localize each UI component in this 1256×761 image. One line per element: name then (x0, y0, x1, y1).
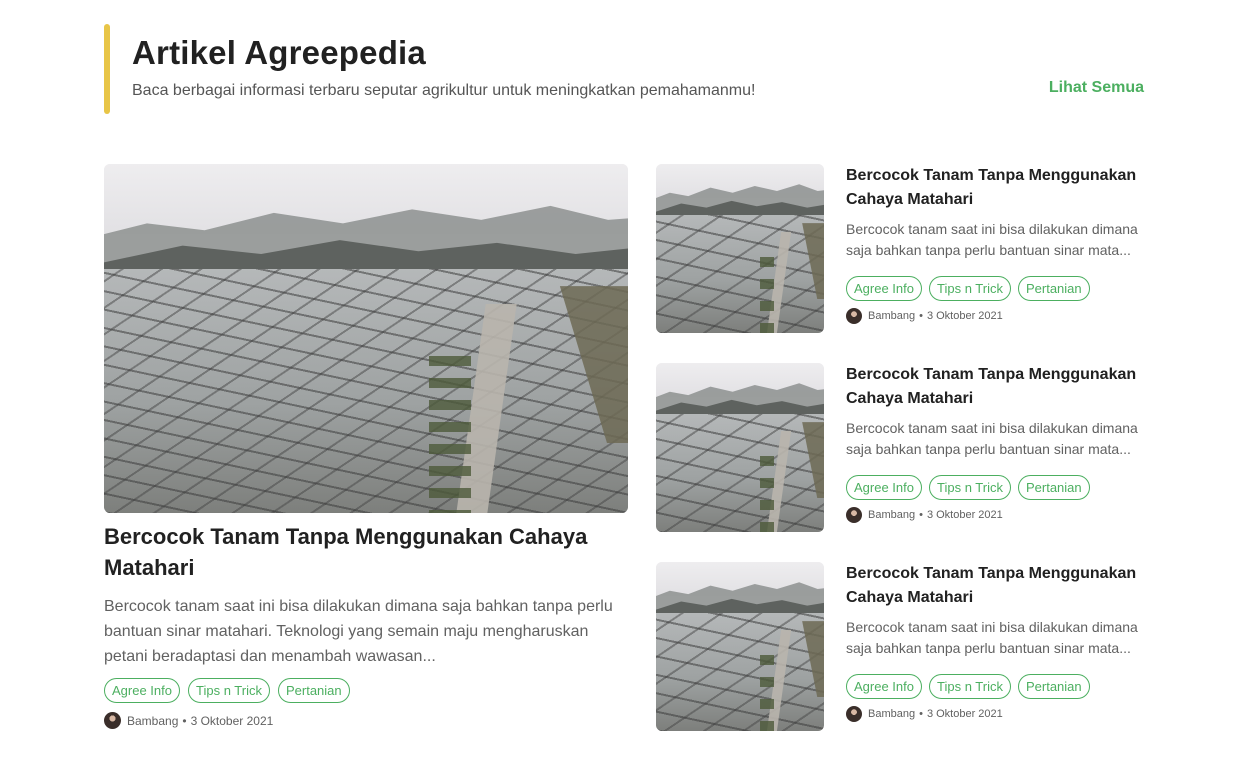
header-accent-bar (104, 24, 110, 114)
author-avatar (846, 308, 862, 324)
meta-separator: • (919, 509, 923, 521)
see-all-link[interactable]: Lihat Semua (1049, 79, 1144, 97)
side-article-meta: Bambang • 3 Oktober 2021 (846, 706, 1156, 722)
side-article-meta: Bambang • 3 Oktober 2021 (846, 507, 1156, 523)
publish-date: 3 Oktober 2021 (926, 509, 1003, 521)
tag-pertanian[interactable]: Pertanian (1017, 674, 1090, 699)
side-article-excerpt: Bercocok tanam saat ini bisa dilakukan d… (846, 619, 1138, 656)
tag-pertanian[interactable]: Pertanian (277, 678, 350, 703)
tag-tips-n-trick[interactable]: Tips n Trick (188, 678, 270, 703)
featured-article-tags: Agree Info Tips n Trick Pertanian (104, 678, 350, 703)
section-header: Artikel Agreepedia Baca berbagai informa… (104, 24, 1144, 114)
featured-article-card[interactable]: Bercocok Tanam Tanpa Menggunakan Cahaya … (104, 164, 628, 744)
author-avatar (846, 507, 862, 523)
side-article-image[interactable] (656, 562, 824, 731)
author-avatar (104, 712, 121, 729)
side-article-excerpt: Bercocok tanam saat ini bisa dilakukan d… (846, 221, 1138, 258)
side-article-image[interactable] (656, 363, 824, 532)
side-article-body: Bercocok Tanam Tanpa Menggunakan Cahaya … (846, 562, 1156, 722)
tag-agree-info[interactable]: Agree Info (104, 678, 180, 703)
publish-date: 3 Oktober 2021 (190, 713, 274, 728)
featured-article-meta: Bambang • 3 Oktober 2021 (104, 712, 273, 729)
meta-separator: • (182, 713, 187, 728)
section-subtitle: Baca berbagai informasi terbaru seputar … (132, 82, 756, 99)
side-article-card[interactable]: Bercocok Tanam Tanpa Menggunakan Cahaya … (656, 164, 1156, 334)
tag-pertanian[interactable]: Pertanian (1017, 475, 1090, 500)
tag-tips-n-trick[interactable]: Tips n Trick (929, 674, 1011, 699)
tag-agree-info[interactable]: Agree Info (846, 276, 922, 301)
meta-separator: • (919, 310, 923, 322)
author-name: Bambang (868, 509, 916, 521)
side-article-excerpt: Bercocok tanam saat ini bisa dilakukan d… (846, 420, 1138, 457)
featured-article-excerpt: Bercocok tanam saat ini bisa dilakukan d… (104, 598, 613, 665)
section-title: Artikel Agreepedia (132, 34, 426, 71)
side-article-image[interactable] (656, 164, 824, 333)
side-article-meta: Bambang • 3 Oktober 2021 (846, 308, 1156, 324)
side-article-tags: Agree Info Tips n Trick Pertanian (846, 276, 1156, 301)
side-article-card[interactable]: Bercocok Tanam Tanpa Menggunakan Cahaya … (656, 363, 1156, 533)
tag-agree-info[interactable]: Agree Info (846, 475, 922, 500)
author-name: Bambang (127, 713, 179, 728)
author-name: Bambang (868, 310, 916, 322)
side-article-title[interactable]: Bercocok Tanam Tanpa Menggunakan Cahaya … (846, 363, 1156, 411)
tag-agree-info[interactable]: Agree Info (846, 674, 922, 699)
tag-tips-n-trick[interactable]: Tips n Trick (929, 475, 1011, 500)
side-article-body: Bercocok Tanam Tanpa Menggunakan Cahaya … (846, 363, 1156, 523)
featured-article-title[interactable]: Bercocok Tanam Tanpa Menggunakan Cahaya … (104, 521, 628, 583)
publish-date: 3 Oktober 2021 (926, 708, 1003, 720)
author-avatar (846, 706, 862, 722)
tag-pertanian[interactable]: Pertanian (1017, 276, 1090, 301)
tag-tips-n-trick[interactable]: Tips n Trick (929, 276, 1011, 301)
side-article-body: Bercocok Tanam Tanpa Menggunakan Cahaya … (846, 164, 1156, 324)
publish-date: 3 Oktober 2021 (926, 310, 1003, 322)
side-article-title[interactable]: Bercocok Tanam Tanpa Menggunakan Cahaya … (846, 562, 1156, 610)
author-name: Bambang (868, 708, 916, 720)
featured-article-image[interactable] (104, 164, 628, 513)
side-article-title[interactable]: Bercocok Tanam Tanpa Menggunakan Cahaya … (846, 164, 1156, 212)
meta-separator: • (919, 708, 923, 720)
side-article-tags: Agree Info Tips n Trick Pertanian (846, 674, 1156, 699)
side-article-card[interactable]: Bercocok Tanam Tanpa Menggunakan Cahaya … (656, 562, 1156, 732)
side-article-tags: Agree Info Tips n Trick Pertanian (846, 475, 1156, 500)
